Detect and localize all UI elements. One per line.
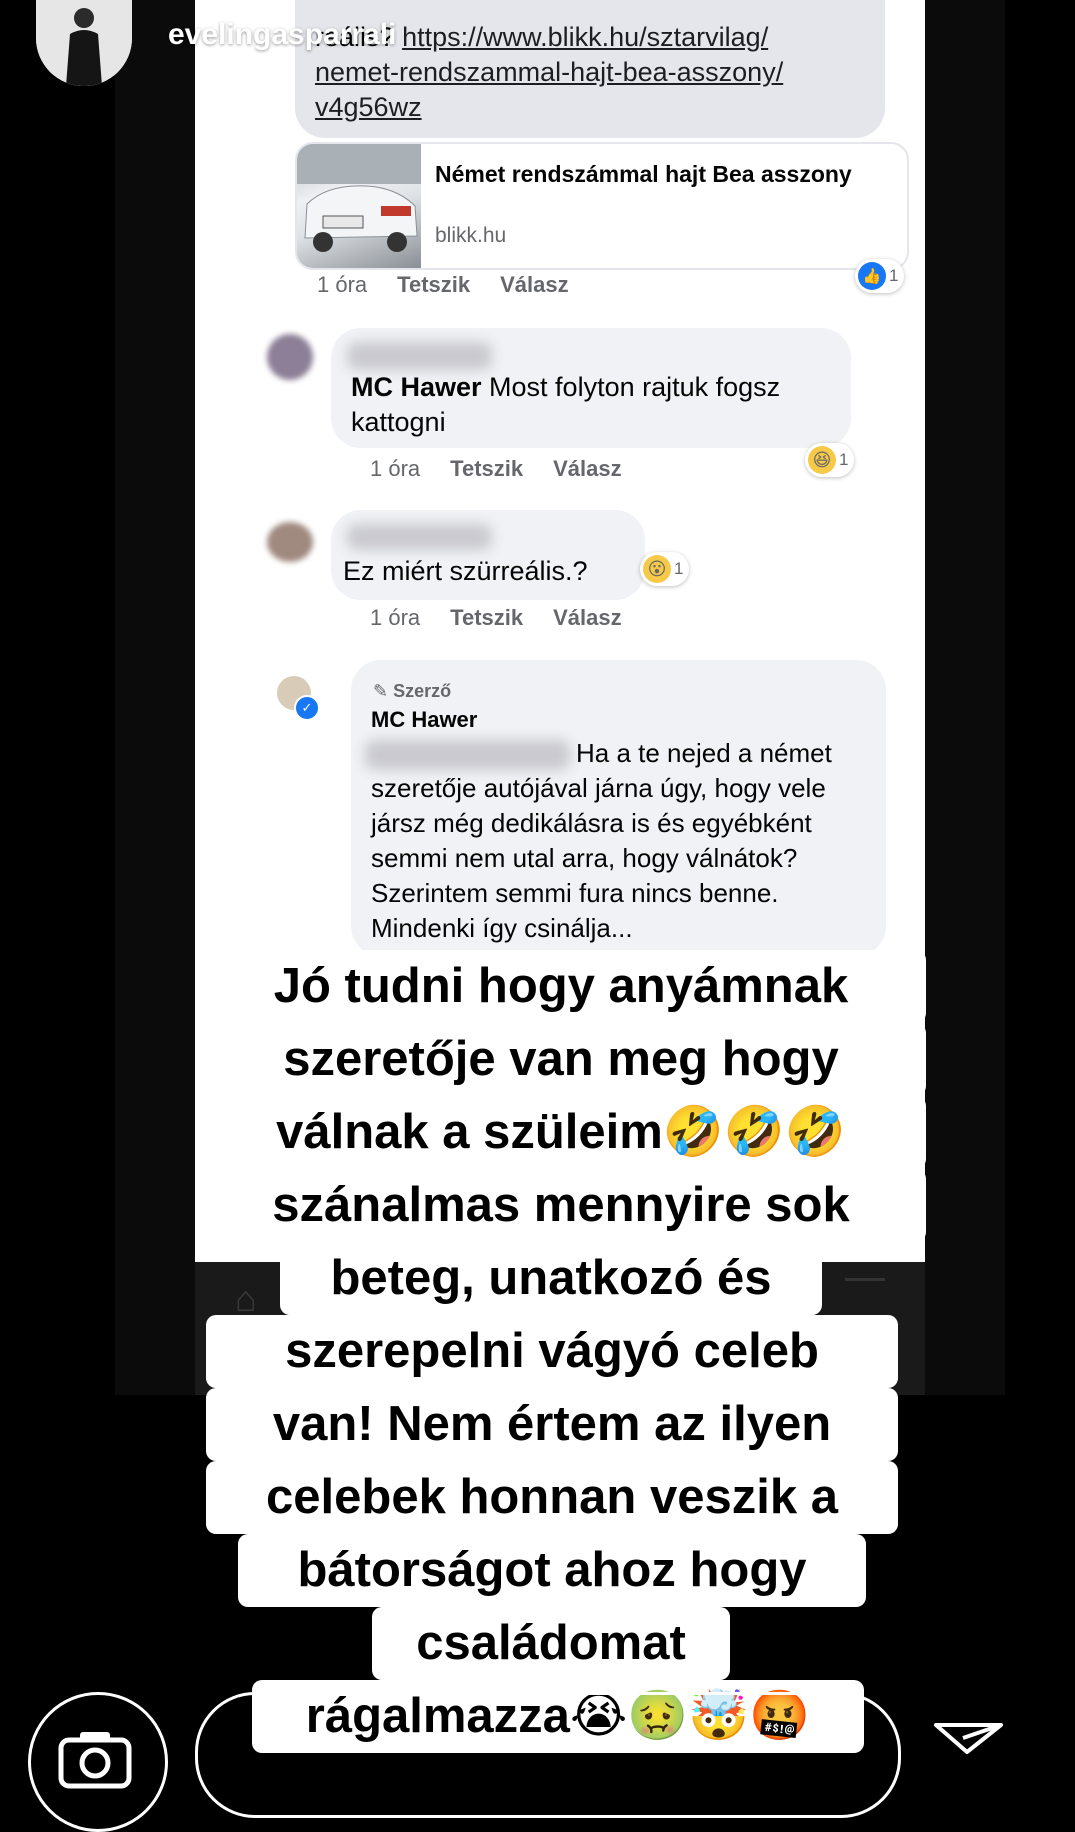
overlay-line-8: celebek honnan veszik a — [206, 1461, 898, 1534]
card-title: Német rendszámmal hajt Bea asszony — [435, 161, 852, 187]
home-icon: ⌂ — [235, 1278, 257, 1319]
comment2-text: Ez miért szürreális.? — [343, 556, 588, 586]
camera-button[interactable] — [28, 1692, 168, 1832]
article-link-line2[interactable]: nemet-rendszammal-hajt-bea-asszony/ — [315, 57, 783, 87]
comment2-reaction-badge[interactable]: 😮 1 — [640, 552, 690, 586]
pencil-icon: ✎ — [373, 681, 389, 701]
menu-icon — [845, 1278, 885, 1318]
comment2-reply-button[interactable]: Válasz — [553, 605, 622, 631]
post-reaction-badge[interactable]: 👍 1 — [855, 259, 905, 293]
link-preview-card[interactable]: Német rendszámmal hajt Bea asszony blikk… — [295, 142, 909, 270]
article-link-line3[interactable]: v4g56wz — [315, 92, 422, 122]
overlay-line-5: beteg, unatkozó és — [280, 1242, 822, 1315]
overlay-line-4: szánalmas mennyire sok — [196, 1169, 926, 1242]
overlay-line-10: családomat — [372, 1607, 730, 1680]
comment2-like-button[interactable]: Tetszik — [450, 605, 523, 631]
card-thumbnail — [297, 144, 421, 268]
story-username[interactable]: evelingasparrali — [168, 18, 396, 52]
comment2-meta-row: 1 óra Tetszik Válasz — [370, 605, 622, 631]
post-meta-row: 1 óra Tetszik Válasz — [317, 272, 569, 298]
comment1-reaction-count: 1 — [839, 450, 849, 469]
card-domain: blikk.hu — [435, 224, 507, 247]
send-message-field[interactable] — [195, 1692, 901, 1818]
comment3-bubble: ✎ Szerző MC Hawer Ha a te nejed a német … — [351, 660, 886, 956]
overlay-line-9: bátorságot ahoz hogy — [238, 1534, 866, 1607]
comment2-avatar[interactable] — [267, 522, 313, 562]
laughing-emoji-icon: 😆 — [808, 446, 836, 474]
comment1-name-blur — [347, 342, 492, 370]
like-reaction-icon: 👍 — [858, 262, 886, 290]
paper-plane-icon[interactable] — [933, 1722, 1005, 1755]
post-reply-button[interactable]: Válasz — [500, 272, 569, 298]
comment1-like-button[interactable]: Tetszik — [450, 456, 523, 482]
comment1-avatar[interactable] — [267, 334, 313, 380]
comment1-meta-row: 1 óra Tetszik Válasz — [370, 456, 622, 482]
comment2-name-blur — [347, 524, 492, 550]
post-like-button[interactable]: Tetszik — [397, 272, 470, 298]
verified-badge-icon: ✓ — [294, 695, 320, 721]
comment1-time: 1 óra — [370, 456, 421, 481]
overlay-line-6: szerepelni vágyó celeb — [206, 1315, 898, 1388]
story-right-bg — [925, 0, 1005, 1395]
comment1-author[interactable]: MC Hawer — [351, 372, 482, 402]
comment2-bubble: Ez miért szürreális.? — [331, 510, 645, 600]
overlay-line-3: válnak a szüleim🤣🤣🤣 — [196, 1096, 926, 1169]
overlay-line-2: szeretője van meg hogy — [196, 1023, 926, 1096]
post-reaction-count: 1 — [889, 266, 899, 285]
comment3-name-blur — [365, 740, 570, 770]
comment3-author[interactable]: MC Hawer — [371, 702, 477, 737]
overlay-line-1: Jó tudni hogy anyámnak — [196, 950, 926, 1023]
wow-emoji-icon: 😮 — [643, 555, 671, 583]
post-time: 1 óra — [317, 272, 368, 297]
overlay-line-7: van! Nem értem az ilyen — [206, 1388, 898, 1461]
comment1-reply-button[interactable]: Válasz — [553, 456, 622, 482]
comment1-bubble: MC Hawer Most folyton rajtuk fogsz katto… — [331, 328, 851, 448]
camera-icon — [58, 1732, 132, 1789]
comment1-reaction-badge[interactable]: 😆 1 — [805, 443, 855, 477]
comment3-text-line1: Ha a te nejed a német — [576, 738, 832, 768]
comment2-time: 1 óra — [370, 605, 421, 630]
story-left-bg — [115, 0, 195, 1395]
comment3-text: szeretője autójával járna úgy, hogy vele… — [371, 773, 826, 943]
article-link-line1[interactable]: https://www.blikk.hu/sztarvilag/ — [402, 22, 768, 52]
comment2-reaction-count: 1 — [674, 559, 684, 578]
author-badge-label: Szerző — [393, 681, 452, 701]
